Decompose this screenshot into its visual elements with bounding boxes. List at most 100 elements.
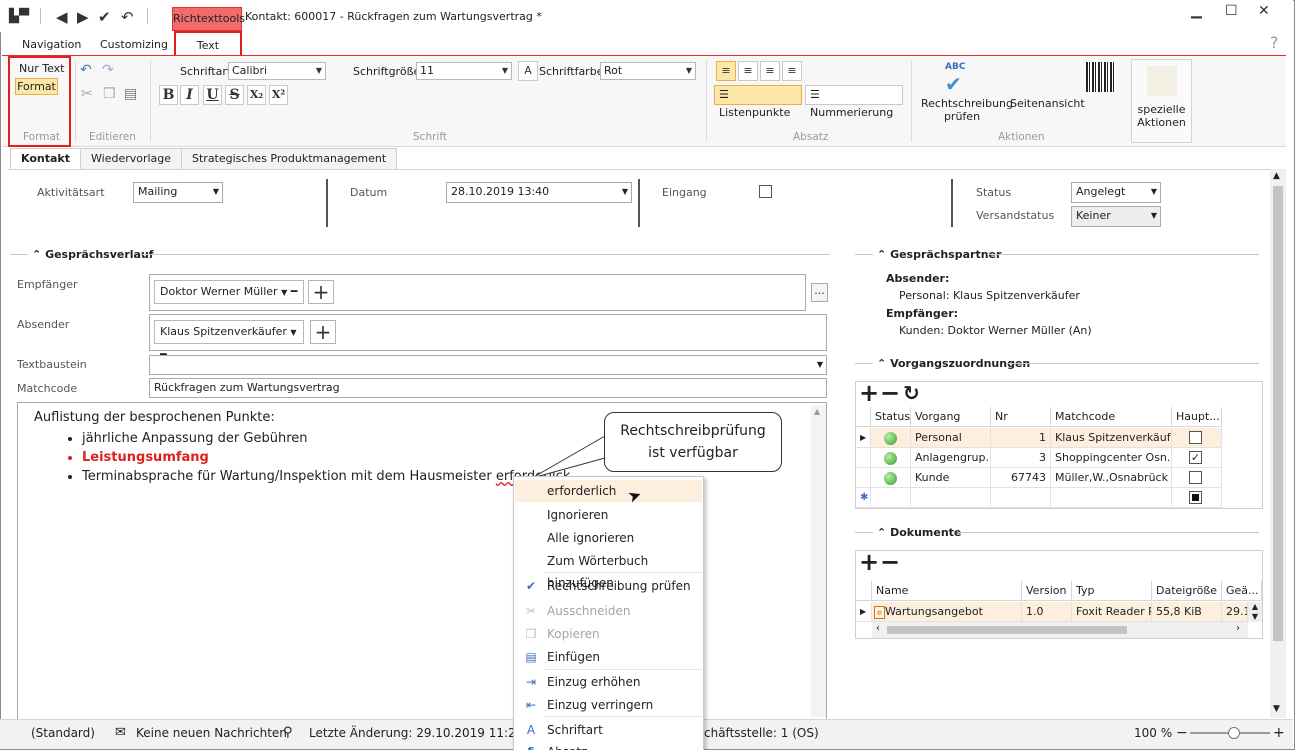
undo-icon[interactable]: ↶	[121, 9, 134, 25]
remove-icon[interactable]: −	[880, 379, 900, 407]
align-left-icon[interactable]: ≡	[716, 61, 736, 81]
format-button[interactable]: Format	[15, 78, 58, 95]
haupt-checkbox-indeterminate[interactable]	[1189, 491, 1202, 504]
spezielle-aktionen-button[interactable]: spezielle Aktionen	[1131, 59, 1192, 143]
schriftart-select[interactable]: Calibri ▼	[228, 62, 326, 80]
add-icon[interactable]: +	[859, 379, 879, 407]
context-menu-item[interactable]: Ignorieren	[515, 504, 702, 526]
tab-strategisches-produktmanagement[interactable]: Strategisches Produktmanagement	[181, 148, 398, 169]
add-absender-button[interactable]: +	[310, 320, 336, 344]
add-icon[interactable]: +	[859, 548, 879, 576]
new-row-cell[interactable]	[871, 488, 911, 508]
seitenansicht-button[interactable]: Seitenansicht	[1010, 97, 1085, 110]
help-icon[interactable]: ?	[1270, 33, 1279, 52]
absender-box[interactable]: Klaus Spitzenverkäufer ▼ ━ +	[149, 314, 827, 361]
scroll-left-icon[interactable]: ‹	[876, 623, 880, 634]
geaendert-cell[interactable]: 29.1	[1222, 602, 1248, 622]
save-check-icon[interactable]: ✔	[98, 9, 111, 25]
minimize-icon[interactable]: ▁	[1191, 3, 1202, 19]
undo-icon[interactable]: ↶	[80, 62, 92, 78]
eingang-checkbox[interactable]	[759, 185, 772, 198]
nr-cell[interactable]: 3	[991, 448, 1051, 468]
add-empfaenger-button[interactable]: +	[308, 280, 334, 304]
refresh-icon[interactable]: ↻	[903, 381, 920, 405]
column-header[interactable]: Vorgang	[911, 407, 991, 427]
align-right-icon[interactable]: ≡	[760, 61, 780, 81]
status-select[interactable]: Angelegt ▼	[1071, 182, 1161, 203]
schriftfarbe-select[interactable]: Rot ▼	[600, 62, 696, 80]
messages-status[interactable]: Keine neuen Nachrichten	[136, 720, 287, 746]
font-color-icon[interactable]: A	[518, 61, 538, 81]
app-icon[interactable]: ▙▀	[9, 9, 29, 25]
paste-icon[interactable]: ▤	[124, 86, 137, 102]
zoom-in-icon[interactable]: +	[1273, 720, 1285, 746]
nr-cell[interactable]: 67743	[991, 468, 1051, 488]
matchcode-cell[interactable]: Klaus Spitzenverkäufer	[1051, 428, 1172, 448]
column-header[interactable]: Geä...	[1222, 581, 1262, 601]
remove-icon[interactable]: −	[880, 548, 900, 576]
scroll-up-icon[interactable]: ▲	[814, 407, 820, 416]
context-menu-item[interactable]: erforderlich	[515, 480, 702, 502]
vorgang-cell[interactable]: Kunde	[911, 468, 991, 488]
gespraechsverlauf-header[interactable]: ⌃ Gesprächsverlauf	[32, 248, 154, 261]
version-cell[interactable]: 1.0	[1022, 602, 1072, 622]
aktivitaetsart-select[interactable]: Mailing ▼	[133, 182, 223, 203]
partner-absender-value[interactable]: Personal: Klaus Spitzenverkäufer	[899, 289, 1080, 302]
column-header[interactable]: Typ	[1072, 581, 1152, 601]
forward-icon[interactable]: ▶	[77, 9, 89, 25]
scroll-down-icon[interactable]: ▼	[1273, 704, 1280, 714]
empfaenger-box[interactable]: Doktor Werner Müller ▼ ━ +	[149, 274, 806, 311]
tab-text[interactable]: Text	[174, 31, 242, 56]
barcode-icon[interactable]	[1086, 62, 1116, 92]
zoom-slider[interactable]	[1190, 727, 1270, 739]
minus-icon[interactable]: ━	[291, 285, 298, 298]
size-cell[interactable]: 55,8 KiB	[1152, 602, 1222, 622]
close-icon[interactable]: ✕	[1258, 3, 1270, 19]
column-header[interactable]: Dateigröße	[1152, 581, 1222, 601]
italic-button[interactable]: I	[180, 85, 199, 105]
column-header[interactable]: Status	[871, 407, 911, 427]
nummerierung-button[interactable]: ☰ Nummerierung	[805, 85, 903, 119]
underline-button[interactable]: U	[203, 85, 222, 105]
search-icon[interactable]: ⚲	[283, 720, 293, 746]
column-header[interactable]: Name	[872, 581, 1022, 601]
vertical-scrollbar[interactable]: ▲ ▼	[1270, 169, 1286, 718]
zoom-out-icon[interactable]: −	[1176, 720, 1188, 746]
subscript-button[interactable]: X₂	[247, 85, 266, 105]
context-menu-item[interactable]: A Schriftart	[515, 719, 702, 741]
versandstatus-select[interactable]: Keiner ▼	[1071, 206, 1161, 227]
superscript-button[interactable]: X²	[269, 85, 288, 105]
context-menu-item[interactable]: ¶ Absatz	[515, 741, 702, 750]
haupt-checkbox[interactable]	[1189, 471, 1202, 484]
strikethrough-button[interactable]: S	[225, 85, 244, 105]
datum-field[interactable]: 28.10.2019 13:40 ▼	[446, 182, 632, 203]
new-row-cell[interactable]	[1051, 488, 1172, 508]
haupt-checkbox-checked[interactable]: ✓	[1189, 451, 1202, 464]
scroll-up-icon[interactable]: ▲	[1273, 171, 1280, 181]
new-row-cell[interactable]	[991, 488, 1051, 508]
context-menu-item[interactable]: ✂ Ausschneiden	[515, 600, 702, 622]
scissors-icon[interactable]: ✂	[81, 86, 93, 102]
empfaenger-token[interactable]: Doktor Werner Müller ▼ ━	[154, 280, 304, 304]
context-menu-item[interactable]: Alle ignorieren	[515, 527, 702, 549]
scroll-right-icon[interactable]: ›	[1236, 623, 1240, 634]
context-menu-item[interactable]: ✔ Rechtschreibung prüfen	[515, 575, 702, 597]
dokumente-header[interactable]: ⌃ Dokumente	[877, 526, 961, 539]
scroll-thumb[interactable]	[887, 626, 1127, 634]
bold-button[interactable]: B	[159, 85, 178, 105]
more-button[interactable]: ...	[811, 283, 828, 302]
align-center-icon[interactable]: ≡	[738, 61, 758, 81]
context-menu-item[interactable]: ▤ Einfügen	[515, 646, 702, 668]
justify-icon[interactable]: ≡	[782, 61, 802, 81]
matchcode-cell[interactable]: Müller,W.,Osnabrück	[1051, 468, 1172, 488]
column-header[interactable]: Nr	[991, 407, 1051, 427]
new-row-icon[interactable]: ✱	[856, 488, 871, 508]
matchcode-field[interactable]: Rückfragen zum Wartungsvertrag	[149, 378, 827, 398]
partner-empfaenger-value[interactable]: Kunden: Doktor Werner Müller (An)	[899, 324, 1092, 337]
vorgang-cell[interactable]: Anlagengrup...	[911, 448, 991, 468]
gespraechspartner-header[interactable]: ⌃ Gesprächspartner	[877, 248, 1001, 261]
absender-token[interactable]: Klaus Spitzenverkäufer ▼ ━	[154, 320, 304, 361]
zoom-slider-thumb[interactable]	[1228, 727, 1240, 739]
name-cell[interactable]: e Wartungsangebot	[872, 602, 1022, 622]
tab-wiedervorlage[interactable]: Wiedervorlage	[80, 148, 183, 169]
